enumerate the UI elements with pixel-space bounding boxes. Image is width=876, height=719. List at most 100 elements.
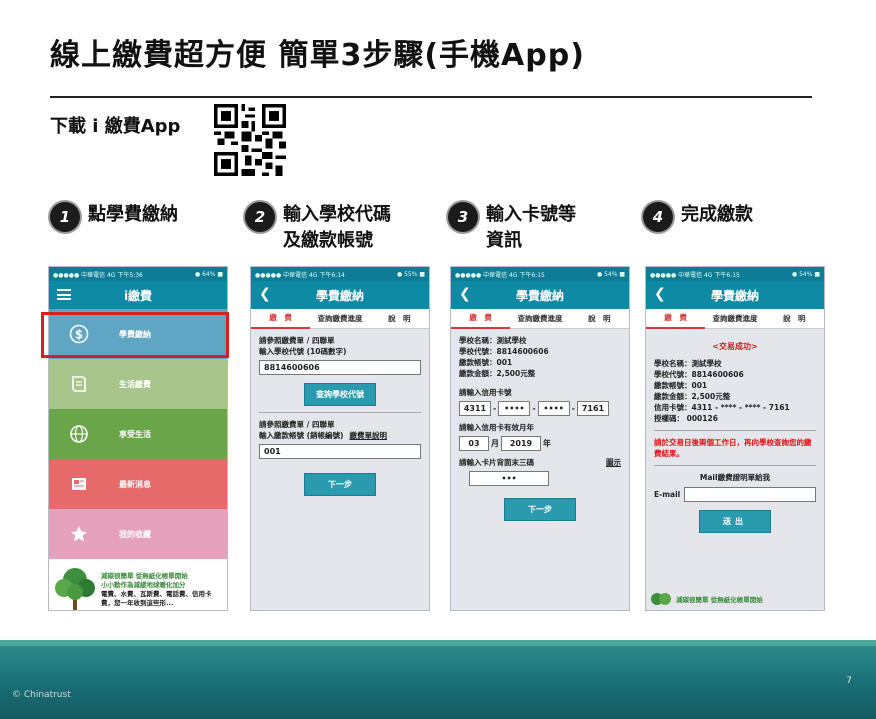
nav-title: 學費繳納 [315, 288, 364, 303]
info-line: 學校名稱：測試學校 [459, 336, 527, 345]
divider [654, 465, 816, 466]
tab-query-progress[interactable]: 查詢繳費進度 [510, 309, 569, 328]
page-title: 線上繳費超方便 簡單3步驟(手機App) [50, 38, 585, 73]
expiry-year-input[interactable]: 2019 [501, 436, 541, 451]
card-number-part-input[interactable]: •••• [537, 401, 570, 416]
bill-explanation-link[interactable]: 繳費單說明 [349, 430, 387, 441]
menu-label: 最新消息 [119, 479, 151, 489]
page-number: 7 [846, 676, 852, 686]
info-line: 學校代號：8814600606 [459, 347, 549, 356]
step-number: 1 [50, 202, 80, 232]
status-bar: ●●●●● 中華電信 4G 下午6:15 ● 54% ■ [451, 267, 629, 281]
download-label: 下載 i 繳費App [50, 116, 181, 137]
field-label: 請輸入卡片背面末三碼 [459, 458, 534, 467]
email-label: E-mail [654, 490, 681, 499]
app-header: i繳費 [49, 281, 227, 309]
globe-icon [69, 424, 89, 444]
step-number: 4 [643, 202, 673, 232]
step-text: 點學費繳納 [88, 204, 178, 225]
back-chevron-icon[interactable]: ❮ [259, 286, 271, 302]
qr-code-icon[interactable] [214, 104, 286, 176]
step-text: 輸入卡號等 資訊 [486, 204, 576, 251]
field-label: 請輸入信用卡號 [459, 388, 512, 397]
cvv-field: ••• [459, 471, 621, 486]
card-number-part-input[interactable]: 4311 [459, 401, 491, 416]
menu-label: 享受生活 [119, 429, 151, 439]
ad-line: 小小動作為減緩地球暖化加分 [101, 581, 186, 589]
status-bar: ●●●●● 中華電信 4G 下午6:14 ● 55% ■ [251, 267, 429, 281]
tab-instructions[interactable]: 說 明 [570, 309, 629, 328]
back-chevron-icon[interactable]: ❮ [654, 286, 666, 302]
status-bar: ●●●●● 中華電信 4G 下午5:36 ● 64% ■ [49, 267, 227, 281]
tab-instructions[interactable]: 說 明 [765, 309, 824, 328]
step-1: 1 點學費繳納 [50, 202, 178, 232]
step-text: 完成繳款 [681, 204, 753, 225]
menu-item-enjoy-life[interactable]: 享受生活 [49, 409, 227, 459]
phone-screen-school-code: ●●●●● 中華電信 4G 下午6:14 ● 55% ■ ❮ 學費繳納 繳 費 … [250, 266, 430, 611]
cvv-hint-link[interactable]: 圖示 [606, 457, 621, 468]
eco-ad-text: 減碳很簡單 從無紙化帳單開始 [676, 596, 763, 604]
receipt-icon [69, 374, 89, 394]
school-code-input[interactable]: 8814600606 [259, 360, 421, 375]
star-icon [69, 524, 89, 544]
status-battery: ● 64% ■ [194, 270, 223, 278]
eco-ad-footer: 減碳很簡單 從無紙化帳單開始 [650, 592, 763, 606]
query-school-code-button[interactable]: 查詢學校代號 [304, 383, 376, 406]
form-content: 請參照繳費單 / 四聯單 輸入學校代號 (10碼數字) 8814600606 查… [251, 329, 429, 508]
nav-bar: ❮ 學費繳納 [451, 281, 629, 309]
tree-icon [55, 568, 95, 610]
menu-item-news[interactable]: 最新消息 [49, 459, 227, 509]
check-result-note: 請於交易日後兩個工作日，再向學校查詢您的繳費結果。 [654, 438, 812, 458]
footer-stripe [0, 640, 876, 646]
info-line: 信用卡號：4311 - **** - **** - 7161 [654, 403, 790, 412]
footer-band [0, 640, 876, 719]
info-line: 繳款帳號：001 [459, 358, 513, 367]
status-carrier: ●●●●● 中華電信 4G 下午6:15 [650, 271, 740, 279]
card-number-part-input[interactable]: 7161 [576, 401, 609, 416]
next-step-button[interactable]: 下一步 [304, 473, 376, 496]
tab-query-progress[interactable]: 查詢繳費進度 [310, 309, 369, 328]
next-step-button[interactable]: 下一步 [504, 498, 576, 521]
divider [654, 430, 816, 431]
phone-screen-success: ●●●●● 中華電信 4G 下午6:15 ● 54% ■ ❮ 學費繳納 繳 費 … [645, 266, 825, 611]
tab-pay[interactable]: 繳 費 [646, 308, 706, 329]
field-label: 輸入繳款帳號 (銷帳編號) [259, 431, 344, 440]
menu-item-favorites[interactable]: 我的收藏 [49, 509, 227, 559]
tree-icon [651, 593, 671, 605]
tab-instructions[interactable]: 說 明 [370, 309, 429, 328]
field-label: 請參照繳費單 / 四聯單 [259, 420, 335, 429]
card-number-part-input[interactable]: •••• [498, 401, 531, 416]
tab-pay[interactable]: 繳 費 [451, 308, 511, 329]
year-unit: 年 [543, 439, 551, 448]
expiry-month-input[interactable]: 03 [459, 436, 489, 451]
status-battery: ● 54% ■ [596, 270, 625, 278]
send-button[interactable]: 送出 [699, 510, 771, 533]
status-battery: ● 54% ■ [791, 270, 820, 278]
step-text: 輸入學校代碼 及繳款帳號 [283, 204, 391, 251]
account-number-input[interactable]: 001 [259, 444, 421, 459]
status-carrier: ●●●●● 中華電信 4G 下午6:14 [255, 271, 345, 279]
nav-bar: ❮ 學費繳納 [251, 281, 429, 309]
back-chevron-icon[interactable]: ❮ [459, 286, 471, 302]
card-number-fields: 4311 - •••• - •••• - 7161 [459, 401, 621, 416]
app-title: i繳費 [123, 288, 153, 303]
menu-label: 我的收藏 [119, 529, 151, 539]
phone-screen-card-entry: ●●●●● 中華電信 4G 下午6:15 ● 54% ■ ❮ 學費繳納 繳 費 … [450, 266, 630, 611]
eco-ad-banner[interactable]: 減碳很簡單 從無紙化帳單開始 小小動作為減緩地球暖化加分 電費、水費、瓦斯費、電… [49, 559, 227, 610]
tab-pay[interactable]: 繳 費 [251, 308, 311, 329]
hamburger-menu-icon[interactable] [57, 289, 71, 300]
menu-item-living-payment[interactable]: 生活繳費 [49, 359, 227, 409]
step-number: 3 [448, 202, 478, 232]
cvv-input[interactable]: ••• [469, 471, 549, 486]
step-3: 3 輸入卡號等 資訊 [448, 202, 576, 254]
tab-query-progress[interactable]: 查詢繳費進度 [705, 309, 764, 328]
info-line: 學校代號：8814600606 [654, 370, 744, 379]
email-input[interactable] [684, 487, 816, 502]
divider [259, 412, 421, 413]
nav-title: 學費繳納 [515, 288, 564, 303]
info-line: 繳款金額：2,500元整 [654, 392, 731, 401]
tab-bar: 繳 費 查詢繳費進度 說 明 [646, 309, 824, 329]
mail-receipt-label: Mail繳費證明單給我 [699, 473, 771, 482]
copyright: © Chinatrust [12, 690, 71, 700]
result-content: <交易成功> 學校名稱：測試學校 學校代號：8814600606 繳款帳號：00… [646, 329, 824, 545]
